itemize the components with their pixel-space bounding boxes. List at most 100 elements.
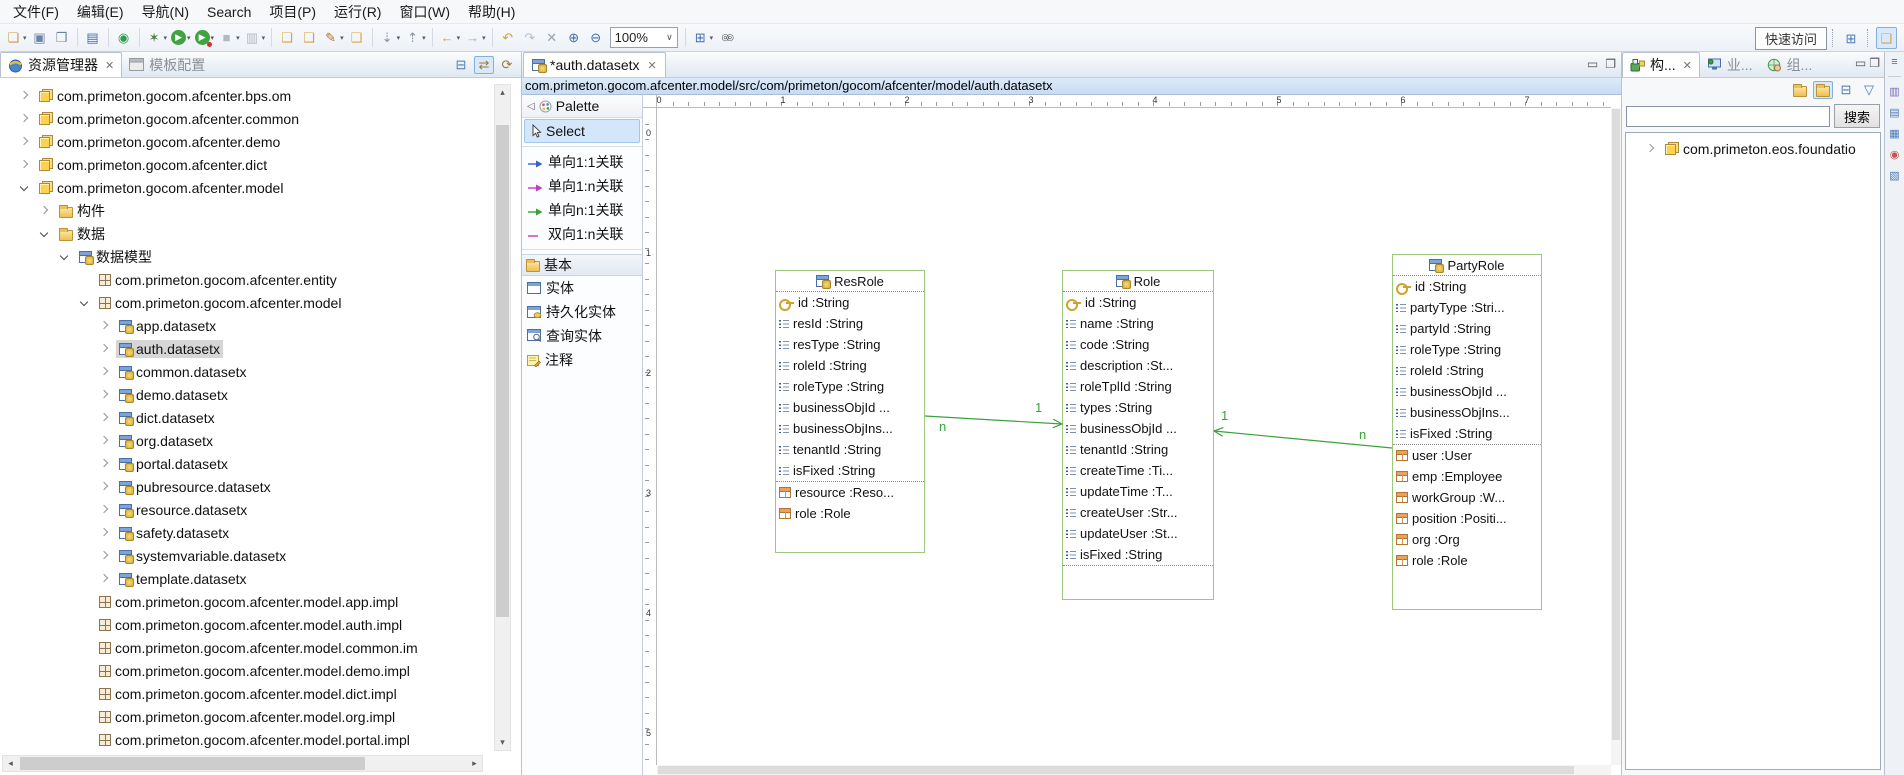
- tree-item[interactable]: com.primeton.gocom.afcenter.model.portal…: [0, 728, 521, 751]
- expander-icon[interactable]: [98, 526, 112, 540]
- minimized-view-console-icon[interactable]: ▤: [1887, 105, 1902, 119]
- palette-item-实体[interactable]: 实体: [522, 276, 642, 300]
- scroll-left-icon[interactable]: ◂: [3, 756, 18, 771]
- explorer-tab-资源管理器[interactable]: 资源管理器✕: [0, 52, 122, 77]
- expander-icon[interactable]: [98, 549, 112, 563]
- dropdown-arrow-icon[interactable]: ▾: [23, 34, 27, 42]
- tree-item[interactable]: safety.datasetx: [0, 521, 521, 544]
- layout-button[interactable]: ⊞▾: [691, 27, 715, 49]
- close-icon[interactable]: ✕: [105, 59, 114, 72]
- open-perspective-button[interactable]: ⊞: [1841, 27, 1861, 49]
- dropdown-arrow-icon[interactable]: ▾: [262, 34, 266, 42]
- tree-item[interactable]: com.primeton.gocom.afcenter.entity: [0, 268, 521, 291]
- palette-group-basic[interactable]: 基本: [522, 254, 642, 276]
- menu-item-项目(P)[interactable]: 项目(P): [260, 0, 325, 24]
- maximize-icon[interactable]: ❐: [1869, 56, 1880, 70]
- minimized-view-outline-icon[interactable]: ▥: [1887, 84, 1902, 98]
- link-with-editor-button[interactable]: ⇄: [474, 56, 494, 74]
- debug-button[interactable]: ✶▾: [145, 27, 169, 49]
- dropdown-arrow-icon[interactable]: ▾: [457, 34, 461, 42]
- resource-perspective-button[interactable]: ❑: [1876, 27, 1897, 49]
- multiplicity-label[interactable]: 1: [1035, 401, 1042, 414]
- tree-item[interactable]: com.primeton.gocom.afcenter.demo: [0, 130, 521, 153]
- expander-icon[interactable]: [18, 158, 32, 172]
- forward-button[interactable]: →▾: [463, 27, 487, 49]
- profile-button[interactable]: ▥▾: [243, 27, 267, 49]
- server-start-button[interactable]: ◉: [114, 27, 134, 49]
- save-button[interactable]: ▣: [30, 27, 50, 49]
- multiplicity-label[interactable]: 1: [1221, 409, 1228, 422]
- scroll-up-icon[interactable]: ▴: [495, 85, 510, 100]
- minimize-icon[interactable]: ▭: [1587, 57, 1598, 71]
- expander-icon[interactable]: [1644, 142, 1658, 156]
- zoom-level-select[interactable]: 100%∨: [610, 27, 678, 48]
- tree-item[interactable]: com.primeton.gocom.afcenter.model.auth.i…: [0, 613, 521, 636]
- collapse-all-button[interactable]: ⊟: [1836, 81, 1856, 99]
- palette-item-单向1:n关联[interactable]: 单向1:n关联: [522, 174, 642, 198]
- expander-icon[interactable]: [98, 388, 112, 402]
- menu-item-导航(N)[interactable]: 导航(N): [133, 0, 198, 24]
- tree-item[interactable]: portal.datasetx: [0, 452, 521, 475]
- tree-item[interactable]: systemvariable.datasetx: [0, 544, 521, 567]
- minimized-view-props-icon[interactable]: ▧: [1887, 168, 1902, 182]
- library-tab-组...[interactable]: 组...: [1760, 52, 1820, 77]
- tree-item[interactable]: template.datasetx: [0, 567, 521, 590]
- open-type-button[interactable]: ❑: [299, 27, 319, 49]
- tree-item[interactable]: 构件: [0, 199, 521, 222]
- tab-auth-datasetx[interactable]: *auth.datasetx ✕: [523, 52, 666, 77]
- canvas-horizontal-scrollbar[interactable]: [657, 765, 1611, 775]
- palette-item-单向n:1关联[interactable]: 单向n:1关联: [522, 198, 642, 222]
- explorer-horizontal-scrollbar[interactable]: ◂ ▸: [2, 755, 483, 772]
- link-folder-button[interactable]: [1790, 81, 1810, 99]
- expander-icon[interactable]: [98, 319, 112, 333]
- expander-icon[interactable]: [98, 434, 112, 448]
- zoom-out-button[interactable]: ⊖: [586, 27, 606, 49]
- tree-item[interactable]: com.primeton.gocom.afcenter.model: [0, 176, 521, 199]
- expander-icon[interactable]: [78, 296, 92, 310]
- minimize-icon[interactable]: ▭: [1855, 56, 1866, 70]
- link-folder-editor-button[interactable]: [1813, 81, 1833, 99]
- expander-icon[interactable]: [98, 342, 112, 356]
- dropdown-arrow-icon[interactable]: ▾: [187, 34, 191, 42]
- expander-icon[interactable]: [38, 227, 52, 241]
- palette-item-持久化实体[interactable]: 持久化实体: [522, 300, 642, 324]
- palette-item-单向1:1关联[interactable]: 单向1:1关联: [522, 150, 642, 174]
- menu-item-Search[interactable]: Search: [198, 2, 260, 22]
- save-all-button[interactable]: ❒: [52, 27, 72, 49]
- tree-item[interactable]: com.primeton.gocom.afcenter.model: [0, 291, 521, 314]
- undo-button[interactable]: ↶: [498, 27, 518, 49]
- open-resource-button[interactable]: ❑: [277, 27, 297, 49]
- palette-item-Select[interactable]: Select: [524, 119, 640, 143]
- expander-icon[interactable]: [18, 135, 32, 149]
- palette-item-查询实体[interactable]: 查询实体: [522, 324, 642, 348]
- dropdown-arrow-icon[interactable]: ▾: [397, 34, 401, 42]
- tree-item[interactable]: com.primeton.gocom.afcenter.model.org.im…: [0, 705, 521, 728]
- multiplicity-label[interactable]: n: [939, 420, 946, 433]
- dropdown-arrow-icon[interactable]: ▾: [164, 34, 168, 42]
- menu-item-窗口(W)[interactable]: 窗口(W): [390, 0, 459, 24]
- tree-item[interactable]: pubresource.datasetx: [0, 475, 521, 498]
- find-button[interactable]: ◎◎: [716, 27, 736, 49]
- expander-icon[interactable]: [98, 572, 112, 586]
- tree-item[interactable]: com.primeton.gocom.afcenter.bps.om: [0, 84, 521, 107]
- new-wizard-button[interactable]: ❏▾: [4, 27, 28, 49]
- stop-button[interactable]: ■▾: [217, 27, 241, 49]
- expander-icon[interactable]: [98, 480, 112, 494]
- canvas-vertical-scrollbar[interactable]: [1611, 108, 1621, 765]
- delete-button[interactable]: ✕: [542, 27, 562, 49]
- restore-views-icon[interactable]: ≡: [1887, 55, 1902, 69]
- tree-item[interactable]: com.primeton.gocom.afcenter.model.demo.i…: [0, 659, 521, 682]
- dropdown-arrow-icon[interactable]: ▾: [340, 34, 344, 42]
- expander-icon[interactable]: [18, 181, 32, 195]
- scroll-right-icon[interactable]: ▸: [467, 756, 482, 771]
- menu-item-编辑(E)[interactable]: 编辑(E): [68, 0, 133, 24]
- tree-item[interactable]: com.primeton.gocom.afcenter.model.dict.i…: [0, 682, 521, 705]
- format-brush-button[interactable]: ✎▾: [321, 27, 345, 49]
- next-annotation-button[interactable]: ⇣▾: [378, 27, 402, 49]
- scrollbar-thumb[interactable]: [20, 757, 365, 770]
- dropdown-arrow-icon[interactable]: ▾: [482, 34, 486, 42]
- zoom-in-button[interactable]: ⊕: [564, 27, 584, 49]
- refresh-button[interactable]: ⟳: [497, 56, 517, 74]
- palette-item-双向1:n关联[interactable]: 双向1:n关联: [522, 222, 642, 246]
- tree-item[interactable]: app.datasetx: [0, 314, 521, 337]
